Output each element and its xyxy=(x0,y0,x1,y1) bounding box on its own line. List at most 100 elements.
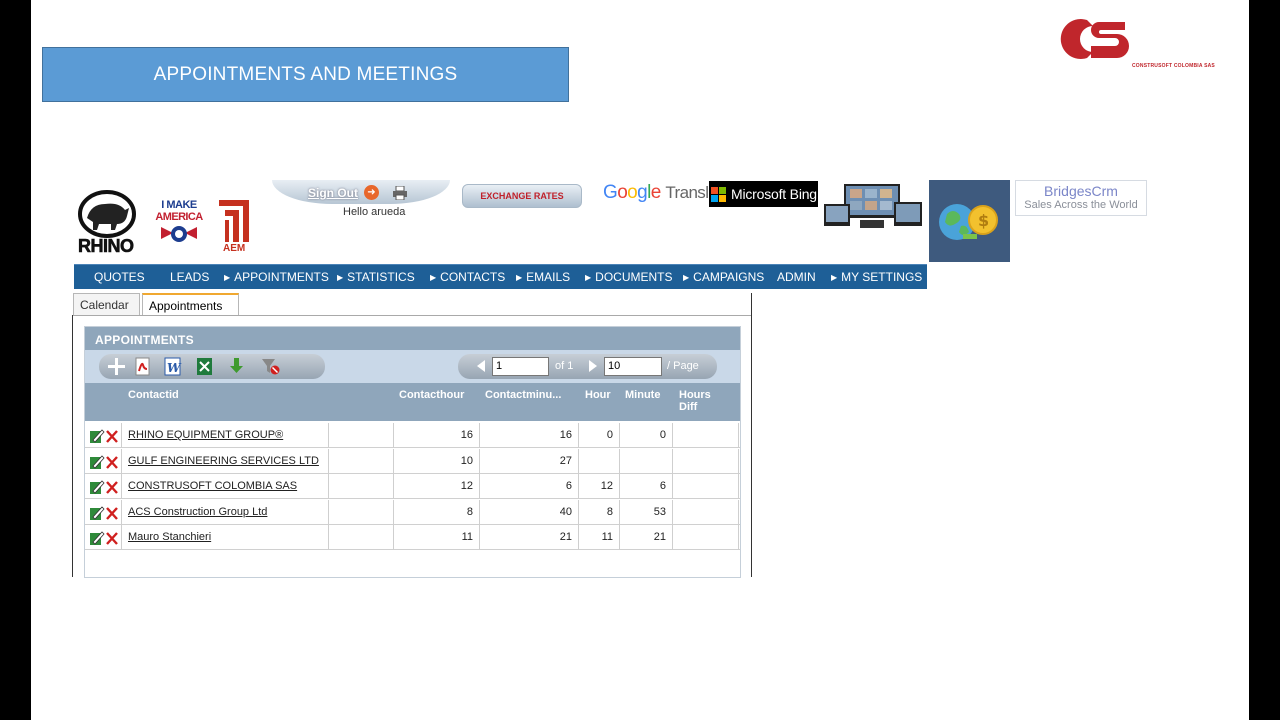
contacthour-cell: 11 xyxy=(394,525,480,550)
currency-globe-image: $ xyxy=(929,180,1010,262)
microsoft-bing-link[interactable]: Microsoft Bing xyxy=(709,181,818,207)
cell-value: 0 xyxy=(659,429,666,441)
contact-link[interactable]: CONSTRUSOFT COLOMBIA SAS xyxy=(128,480,297,492)
devices-image-icon xyxy=(824,184,922,228)
nav-label: DOCUMENTS xyxy=(595,270,673,284)
blank-cell xyxy=(329,499,394,525)
cell-value: 21 xyxy=(559,531,572,543)
contacthour-cell: 8 xyxy=(394,499,480,525)
nav-contacts[interactable]: ▶ CONTACTS xyxy=(430,270,505,284)
cell-value: 53 xyxy=(653,505,666,518)
nav-label: ADMIN xyxy=(777,270,816,284)
appointments-grid: APPOINTMENTS W 1 of 1 10 / Page Contacti… xyxy=(84,326,741,578)
contactminute-cell: 21 xyxy=(480,525,579,550)
contact-link[interactable]: ACS Construction Group Ltd xyxy=(128,506,267,518)
nav-label: CONTACTS xyxy=(440,270,506,284)
contact-link[interactable]: GULF ENGINEERING SERVICES LTD xyxy=(128,455,319,467)
caret-right-icon: ▶ xyxy=(585,273,592,282)
blank-cell xyxy=(329,474,394,499)
previous-page-icon[interactable] xyxy=(477,360,485,372)
nav-appointments[interactable]: ▶ APPOINTMENTS xyxy=(224,270,329,284)
nav-label: STATISTICS xyxy=(347,270,415,284)
nav-label: APPOINTMENTS xyxy=(234,270,329,284)
contact-cell[interactable]: ACS Construction Group Ltd xyxy=(122,499,329,525)
contact-link[interactable]: Mauro Stanchieri xyxy=(128,531,211,543)
table-row: CONSTRUSOFT COLOMBIA SAS 12 6 12 6 xyxy=(85,474,740,499)
nav-label: EMAILS xyxy=(526,270,571,284)
nav-campaigns[interactable]: ▶ CAMPAIGNS xyxy=(683,270,764,284)
column-header-contacthour[interactable]: Contacthour xyxy=(399,389,464,401)
cell-value: 21 xyxy=(653,531,666,543)
pager: 1 of 1 10 / Page xyxy=(458,354,717,379)
page-number-input[interactable]: 1 xyxy=(492,357,549,376)
excel-icon[interactable] xyxy=(195,357,214,376)
caret-right-icon: ▶ xyxy=(516,273,523,282)
actions-cell xyxy=(85,423,122,448)
slide-title: APPOINTMENTS AND MEETINGS xyxy=(153,63,458,85)
rhino-label: RHINO xyxy=(78,236,135,257)
bridges-title: BridgesCrm xyxy=(1044,183,1118,199)
grid-title: APPOINTMENTS xyxy=(95,333,194,347)
page-count-label: of 1 xyxy=(555,360,574,372)
column-header-hour[interactable]: Hour xyxy=(585,389,611,401)
actions-cell xyxy=(85,474,122,499)
column-header-hours-diff[interactable]: Hours Diff xyxy=(679,389,711,413)
blank-cell xyxy=(329,423,394,448)
imake-emblem-icon xyxy=(161,226,197,242)
cell-value: 40 xyxy=(559,505,572,518)
nav-quotes[interactable]: QUOTES xyxy=(94,270,145,284)
tab-calendar[interactable]: Calendar xyxy=(73,293,140,315)
contact-cell[interactable]: RHINO EQUIPMENT GROUP® xyxy=(122,423,329,448)
company-name: CONSTRUSOFT COLOMBIA SAS xyxy=(1132,63,1215,69)
caret-right-icon: ▶ xyxy=(683,273,690,282)
nav-label: CAMPAIGNS xyxy=(693,270,765,284)
column-header-minute[interactable]: Minute xyxy=(625,389,660,401)
actions-cell xyxy=(85,448,122,474)
arrow-right-circle-icon[interactable]: ➜ xyxy=(364,185,379,200)
cell-value: 8 xyxy=(606,505,613,518)
word-icon[interactable]: W xyxy=(163,357,182,376)
export-tool-group: W xyxy=(99,354,325,379)
nav-leads[interactable]: LEADS xyxy=(170,270,209,284)
contactminute-cell: 40 xyxy=(480,499,579,525)
nav-emails[interactable]: ▶ EMAILS xyxy=(516,270,570,284)
exchange-rates-button[interactable]: EXCHANGE RATES xyxy=(462,184,582,208)
per-page-label: / Page xyxy=(667,360,699,372)
svg-text:W: W xyxy=(167,361,182,375)
table-row: ACS Construction Group Ltd 8 40 8 53 xyxy=(85,499,740,525)
nav-label: LEADS xyxy=(170,270,210,284)
contact-link[interactable]: RHINO EQUIPMENT GROUP® xyxy=(128,429,283,441)
contact-cell[interactable]: CONSTRUSOFT COLOMBIA SAS xyxy=(122,474,329,499)
add-icon[interactable] xyxy=(107,357,126,376)
cell-value: 11 xyxy=(601,531,613,543)
column-header-contactid[interactable]: Contactid xyxy=(128,389,179,401)
sign-out-link[interactable]: Sign Out xyxy=(308,186,358,200)
main-nav: QUOTES LEADS ▶ APPOINTMENTS ▶ STATISTICS ▶… xyxy=(74,264,927,289)
nav-admin[interactable]: ADMIN xyxy=(777,270,816,284)
tab-appointments[interactable]: Appointments xyxy=(142,293,239,315)
cell-value: 12 xyxy=(460,480,473,492)
nav-statistics[interactable]: ▶ STATISTICS xyxy=(337,270,415,284)
minute-cell xyxy=(620,448,673,474)
printer-icon[interactable] xyxy=(392,186,408,200)
presentation-slide: APPOINTMENTS AND MEETINGS CONSTRUSOFT CO… xyxy=(31,0,1249,720)
contact-cell[interactable]: GULF ENGINEERING SERVICES LTD xyxy=(122,448,329,474)
minute-cell: 6 xyxy=(620,474,673,499)
nav-documents[interactable]: ▶ DOCUMENTS xyxy=(585,270,673,284)
table-row: RHINO EQUIPMENT GROUP® 16 16 0 0 xyxy=(85,423,740,448)
hour-cell: 8 xyxy=(579,499,620,525)
contact-cell[interactable]: Mauro Stanchieri xyxy=(122,525,329,550)
clear-filter-icon[interactable] xyxy=(261,357,280,376)
nav-my-settings[interactable]: ▶ MY SETTINGS xyxy=(831,270,922,284)
caret-right-icon: ▶ xyxy=(831,273,838,282)
pdf-icon[interactable] xyxy=(133,357,152,376)
hour-cell: 0 xyxy=(579,423,620,448)
page-size-input[interactable]: 10 xyxy=(604,357,662,376)
contacthour-cell: 10 xyxy=(394,448,480,474)
column-header-contactminute[interactable]: Contactminu... xyxy=(485,389,561,401)
next-page-icon[interactable] xyxy=(589,360,597,372)
download-icon[interactable] xyxy=(227,357,246,376)
hours-diff-line1: Hours xyxy=(679,389,711,401)
cell-value: 12 xyxy=(600,480,613,492)
microsoft-logo-icon xyxy=(711,186,726,202)
